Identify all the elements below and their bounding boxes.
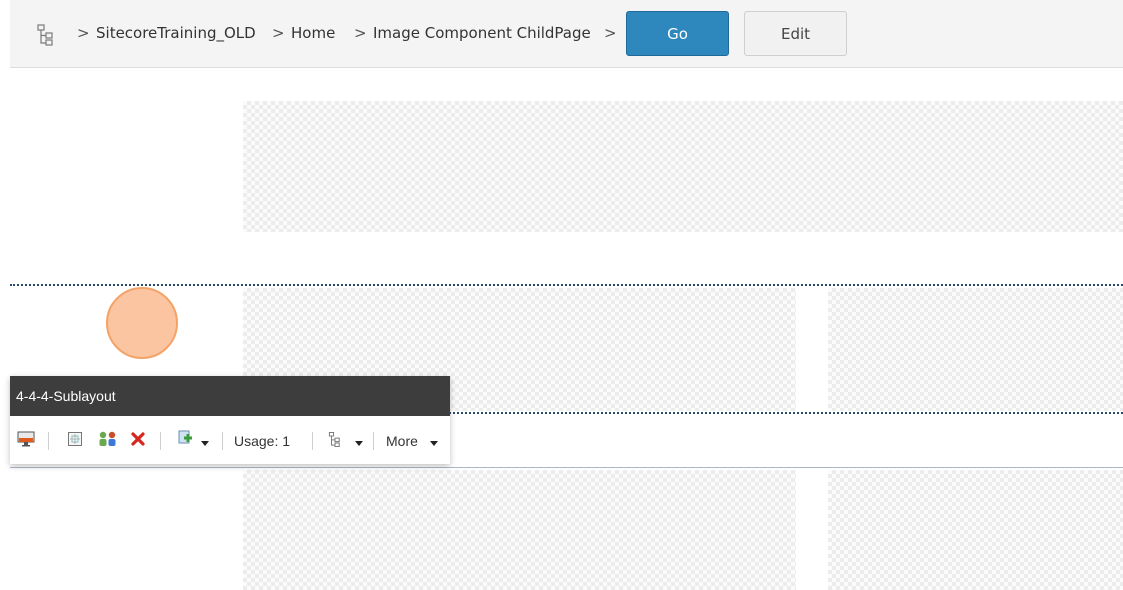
placeholder-area-top bbox=[243, 101, 1123, 232]
edit-button[interactable]: Edit bbox=[744, 11, 847, 56]
breadcrumb-bar: > SitecoreTraining_OLD > Home > Image Co… bbox=[10, 0, 1123, 68]
preview-icon[interactable] bbox=[16, 429, 36, 449]
placeholder-column-right bbox=[828, 288, 1123, 411]
selection-border-top bbox=[10, 284, 1123, 286]
toolbar-separator bbox=[222, 432, 223, 450]
dropdown-caret-icon[interactable] bbox=[355, 441, 363, 446]
breadcrumb-item-site[interactable]: SitecoreTraining_OLD bbox=[96, 24, 256, 42]
go-button[interactable]: Go bbox=[626, 11, 729, 56]
more-button[interactable]: More bbox=[386, 433, 418, 449]
tree-icon[interactable] bbox=[36, 24, 56, 46]
sublayout-toolbar-panel: 4-4-4-Sublayout Usage: 1 More bbox=[10, 376, 450, 464]
breadcrumb-item-current[interactable]: Image Component ChildPage bbox=[373, 24, 591, 42]
personalize-icon[interactable] bbox=[96, 429, 120, 449]
toolbar-separator bbox=[312, 432, 313, 450]
dropdown-caret-icon[interactable] bbox=[201, 441, 209, 446]
breadcrumb-separator: > bbox=[354, 24, 367, 42]
breadcrumb-separator: > bbox=[604, 24, 617, 42]
toolbar-separator bbox=[160, 432, 161, 450]
click-indicator bbox=[106, 287, 178, 359]
tree-icon[interactable] bbox=[326, 429, 344, 449]
divider-line bbox=[10, 467, 1123, 468]
breadcrumb-item-home[interactable]: Home bbox=[291, 24, 335, 42]
toolbar-separator bbox=[373, 432, 374, 450]
toolbar-separator bbox=[48, 432, 49, 450]
breadcrumb-separator: > bbox=[77, 24, 90, 42]
placeholder-column-left-lower bbox=[243, 470, 796, 590]
usage-label[interactable]: Usage: 1 bbox=[234, 433, 290, 449]
dropdown-caret-icon[interactable] bbox=[430, 441, 438, 446]
sublayout-title: 4-4-4-Sublayout bbox=[10, 376, 450, 416]
placeholder-column-right-lower bbox=[828, 470, 1123, 590]
edit-related-icon[interactable] bbox=[65, 429, 85, 449]
breadcrumb-separator: > bbox=[272, 24, 285, 42]
add-component-icon[interactable] bbox=[176, 429, 198, 449]
remove-icon[interactable] bbox=[129, 429, 147, 449]
sublayout-toolbar: Usage: 1 More bbox=[10, 416, 450, 464]
